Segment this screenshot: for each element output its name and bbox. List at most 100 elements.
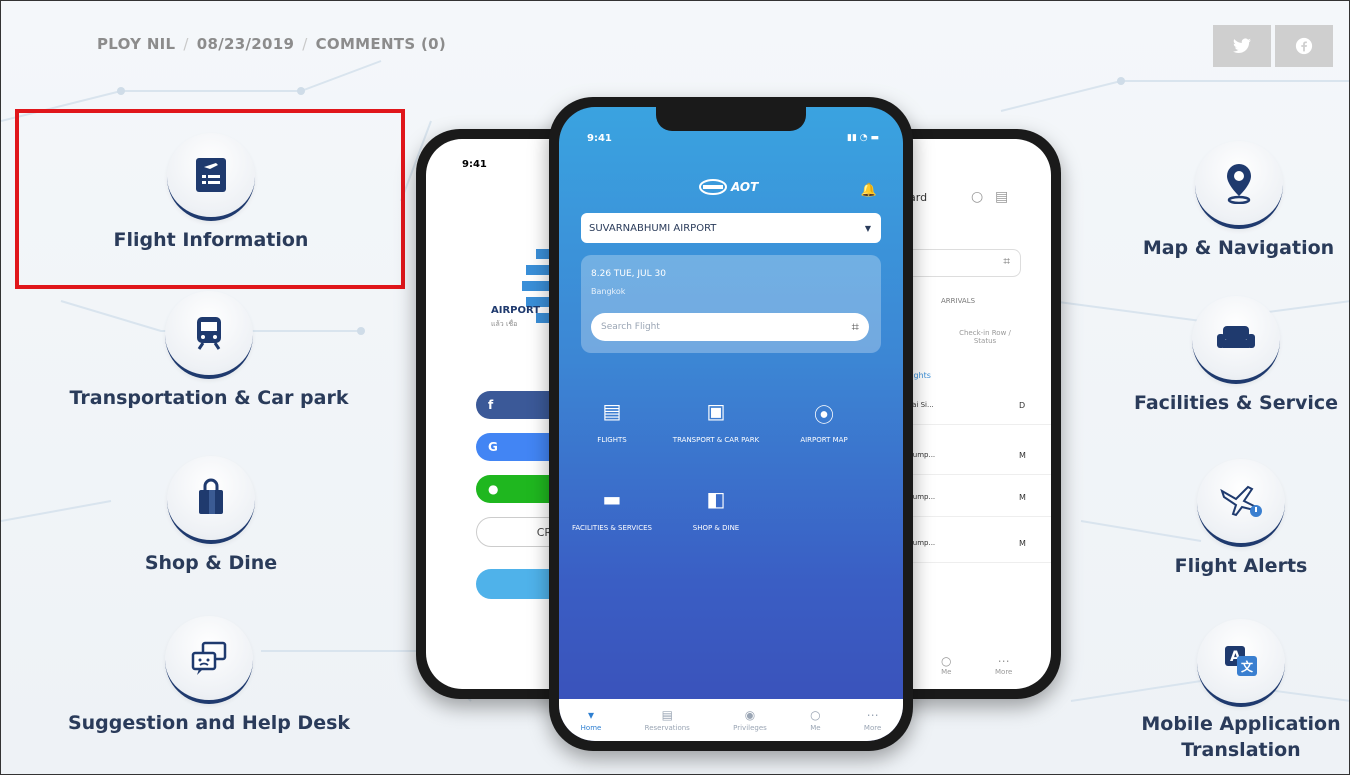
airport-subtext: แล้ว เชื่อ [491,320,518,328]
tab-privileges[interactable]: ◉ Privileges [733,708,767,732]
row-code: M [1019,451,1026,460]
airport-label: AIRPORT [491,305,541,316]
shopping-bag-icon [199,478,223,514]
feature-label: Facilities & Service [1133,392,1339,414]
me-icon: ○ [941,654,952,668]
grid-item-transport[interactable]: ▣ TRANSPORT & CAR PARK [671,399,761,445]
tab-label: Home [580,724,602,732]
refresh-icon[interactable]: ○ [971,189,983,205]
twitter-share-button[interactable] [1213,25,1271,67]
arrivals-tab[interactable]: ARRIVALS [941,297,975,305]
tab-label: More [863,724,882,732]
tab-me[interactable]: ○ Me [810,708,820,732]
tab-label: Privileges [733,724,767,732]
feature-facilities-service[interactable]: Facilities & Service [1121,296,1349,414]
date-text: 8.26 TUE, JUL 30 [591,269,666,279]
feature-circle [1194,141,1283,229]
bottom-tab-bar: ▾ Home ▤ Reservations ◉ Privileges ○ Me … [559,699,903,741]
scan-icon[interactable]: ⌗ [852,320,859,335]
feature-shop-dine[interactable]: Shop & Dine [111,456,311,574]
more-icon: ⋯ [866,708,879,722]
grid-label: SHOP & DINE [692,524,740,532]
train-icon [197,317,221,350]
feature-circle [1192,296,1280,384]
tab-label: Reservations [644,724,690,732]
row-code: M [1019,539,1026,548]
tab-me[interactable]: ○ Me [941,654,951,676]
feature-label-line2: Translation [1181,739,1301,761]
line-icon: ● [488,482,499,496]
phone-notch [656,107,806,131]
comments-link[interactable]: COMMENTS (0) [316,35,446,53]
airport-select[interactable]: SUVARNABHUMI AIRPORT ▼ [581,213,881,243]
row-code: M [1019,493,1026,502]
feature-label: Transportation & Car park [69,387,349,409]
row-code: D [1019,401,1026,410]
sofa-icon: ▬ [602,487,622,511]
facebook-share-button[interactable] [1275,25,1333,67]
status-time: 9:41 [462,159,487,170]
feature-flight-alerts[interactable]: Flight Alerts [1151,459,1331,577]
brand-label: AOT [731,180,759,194]
grid-label: FACILITIES & SERVICES [571,524,653,532]
grid-item-flights[interactable]: ▤ FLIGHTS [567,399,657,445]
tab-more-label: More [995,668,1013,676]
grid-label: TRANSPORT & CAR PARK [672,436,760,444]
feature-circle [165,616,253,704]
chevron-down-icon: ▼ [864,223,871,233]
tab-me-label: Me [941,668,952,676]
flights-icon: ▤ [602,399,622,423]
feature-circle: A 文 [1197,619,1285,707]
tab-reservations[interactable]: ▤ Reservations [645,708,690,732]
page-frame: PLOY NIL/08/23/2019/COMMENTS (0) Flight … [0,0,1350,775]
airport-select-value: SUVARNABHUMI AIRPORT [589,222,717,234]
feature-transportation[interactable]: Transportation & Car park [49,291,369,409]
grid-label: AIRPORT MAP [800,436,848,444]
tab-home[interactable]: ▾ Home [581,708,602,732]
tab-more[interactable]: ⋯ More [995,654,1012,676]
feature-label: Mobile Application [1141,713,1341,735]
scan-icon[interactable]: ⌗ [1003,254,1010,269]
post-meta: PLOY NIL/08/23/2019/COMMENTS (0) [97,35,447,53]
grid-label: FLIGHTS [597,436,627,444]
search-flight-input[interactable]: Search Flight ⌗ [591,313,869,341]
more-icon: ⋯ [997,654,1010,668]
post-date: 08/23/2019 [196,35,295,53]
facebook-icon: f [488,398,494,412]
checkin-header: Check-in Row / Status [959,329,1011,345]
feature-label: Suggestion and Help Desk [67,712,351,734]
aot-logo-icon [699,179,727,195]
feature-circle [167,456,255,544]
feature-label: Flight Alerts [1174,555,1308,577]
google-icon: G [488,440,498,454]
feature-circle [165,291,253,379]
facebook-icon [1295,37,1313,55]
document-icon[interactable]: ▤ [995,189,1008,205]
plane-alert-icon [1220,485,1262,517]
highlight-box [15,109,405,289]
feature-suggestion-help-desk[interactable]: Suggestion and Help Desk [49,616,369,734]
status-icons: ▮▮ ◔ ▬ [847,133,879,143]
feature-mobile-translation[interactable]: A 文 Mobile Application Translation [1131,619,1349,761]
svg-text:文: 文 [1241,659,1254,674]
feature-map-navigation[interactable]: Map & Navigation [1126,141,1349,259]
bell-icon[interactable]: 🔔 [861,183,877,198]
bus-icon: ▣ [706,399,726,423]
city-text: Bangkok [591,287,626,296]
grid-item-shop-dine[interactable]: ◧ SHOP & DINE [671,487,761,533]
translate-icon: A 文 [1225,646,1257,676]
feature-label: Map & Navigation [1142,237,1335,259]
grid-item-airport-map[interactable]: ⦿ AIRPORT MAP [779,399,869,445]
grid-item-facilities[interactable]: ▬ FACILITIES & SERVICES [567,487,657,533]
status-time: 9:41 [587,133,612,144]
phone-center-screen: 9:41 ▮▮ ◔ ▬ AOT 🔔 SUVARNABHUMI AIRPORT ▼… [559,107,903,741]
tab-more[interactable]: ⋯ More [864,708,881,732]
feature-label: Shop & Dine [144,552,278,574]
phone-center: 9:41 ▮▮ ◔ ▬ AOT 🔔 SUVARNABHUMI AIRPORT ▼… [549,97,913,751]
feature-circle [1197,459,1285,547]
map-pin-icon [1226,164,1251,204]
reservations-icon: ▤ [661,708,673,722]
me-icon: ○ [810,708,821,722]
author-link[interactable]: PLOY NIL [97,35,175,53]
twitter-icon [1233,38,1251,54]
